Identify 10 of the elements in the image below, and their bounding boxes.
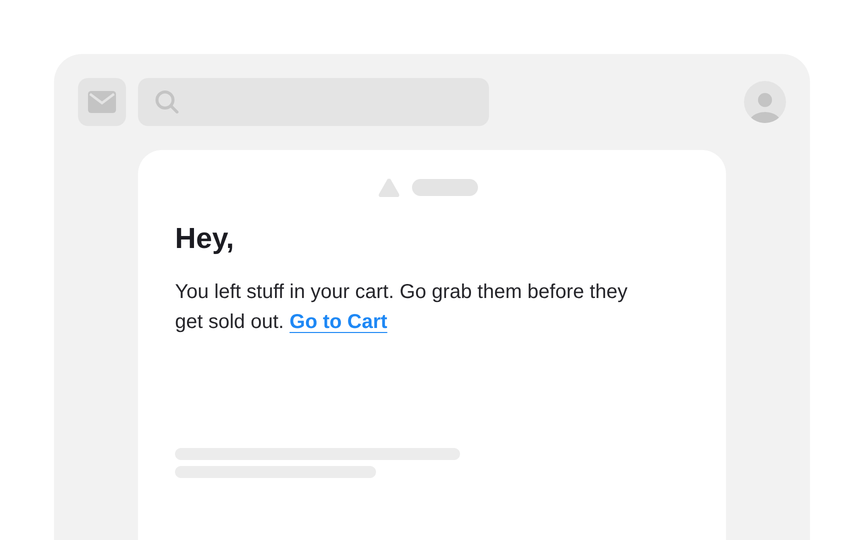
mail-icon bbox=[88, 91, 116, 113]
placeholder-bar bbox=[412, 179, 478, 196]
cart-link[interactable]: Go to Cart bbox=[290, 311, 388, 333]
message-text: You left stuff in your cart. Go grab them before they get sold out. Go to Cart bbox=[175, 280, 628, 335]
mail-button[interactable] bbox=[78, 78, 126, 126]
search-icon bbox=[154, 89, 180, 115]
greeting: Hey, bbox=[175, 222, 236, 257]
avatar[interactable] bbox=[744, 81, 786, 123]
search-field[interactable] bbox=[138, 78, 489, 126]
triangle-icon bbox=[378, 178, 400, 197]
